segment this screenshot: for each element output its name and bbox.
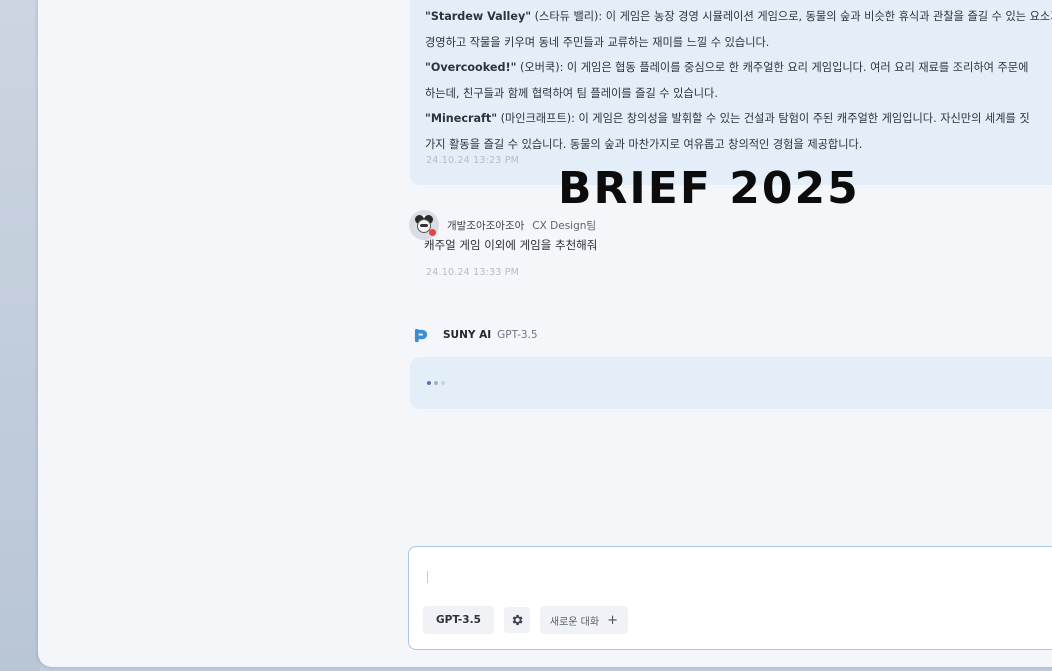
plus-icon: + bbox=[607, 612, 618, 628]
settings-button[interactable] bbox=[503, 607, 530, 633]
message-line: 하는데, 친구들과 함께 협력하여 팀 플레이를 즐길 수 있습니다. bbox=[425, 81, 1052, 107]
message-line: 가지 활동을 즐길 수 있습니다. 동물의 숲과 마찬가지로 여유롭고 창의적인… bbox=[425, 132, 1052, 158]
left-background bbox=[0, 0, 40, 671]
new-chat-label: 새로운 대화 bbox=[549, 616, 600, 628]
ai-name: SUNY AI bbox=[443, 329, 492, 341]
suny-logo-icon bbox=[414, 328, 428, 342]
chat-area: "Stardew Valley" (스타듀 밸리): 이 게임은 농장 경영 시… bbox=[38, 0, 1052, 667]
message-text: (마인크래프트): 이 게임은 창의성을 발휘할 수 있는 건설과 탐험이 주된… bbox=[497, 112, 1030, 125]
user-message-header: 개발조아조아조아 CX Design팀 bbox=[409, 210, 596, 240]
message-timestamp: 24.10.24 13:33 PM bbox=[426, 267, 520, 278]
ai-message-header: SUNY AI GPT-3.5 bbox=[414, 325, 538, 345]
typing-dot bbox=[427, 381, 431, 385]
message-text: 경영하고 작물을 키우며 동네 주민들과 교류하는 재미를 느낄 수 있습니다. bbox=[425, 35, 770, 49]
message-line: "Overcooked!" (오버쿡): 이 게임은 협동 플레이를 중심으로 … bbox=[425, 55, 1052, 81]
message-text: (스타듀 밸리): 이 게임은 농장 경영 시뮬레이션 게임으로, 동물의 숲과… bbox=[531, 10, 1052, 23]
user-team: CX Design팀 bbox=[532, 219, 597, 232]
message-text: (오버쿡): 이 게임은 협동 플레이를 중심으로 한 캐주얼한 요리 게임입니… bbox=[516, 61, 1029, 74]
model-select-button[interactable]: GPT-3.5 bbox=[423, 606, 494, 634]
typing-dot bbox=[441, 381, 445, 385]
message-input[interactable] bbox=[423, 563, 1052, 593]
ai-model-label: GPT-3.5 bbox=[497, 329, 538, 341]
chat-panel: "Stardew Valley" (스타듀 밸리): 이 게임은 농장 경영 시… bbox=[38, 0, 1052, 667]
gear-icon bbox=[512, 614, 523, 626]
typing-indicator bbox=[427, 381, 445, 385]
message-text: 가지 활동을 즐길 수 있습니다. 동물의 숲과 마찬가지로 여유롭고 창의적인… bbox=[425, 137, 863, 151]
avatar[interactable] bbox=[409, 210, 439, 240]
user-name: 개발조아조아조아 bbox=[447, 219, 525, 232]
game-title: "Stardew Valley" bbox=[425, 10, 532, 23]
composer-toolbar: GPT-3.5 새로운 대화 + bbox=[423, 606, 628, 634]
game-title: "Minecraft" bbox=[425, 112, 498, 125]
game-title: "Overcooked!" bbox=[425, 61, 517, 74]
message-timestamp: 24.10.24 13:23 PM bbox=[426, 155, 520, 166]
message-composer: GPT-3.5 새로운 대화 + bbox=[408, 546, 1052, 650]
message-line: "Minecraft" (마인크래프트): 이 게임은 창의성을 발휘할 수 있… bbox=[425, 106, 1052, 132]
message-line: 경영하고 작물을 키우며 동네 주민들과 교류하는 재미를 느낄 수 있습니다. bbox=[425, 30, 1052, 56]
watermark-overlay: BRIEF 2025 bbox=[558, 163, 860, 214]
message-text: 하는데, 친구들과 함께 협력하여 팀 플레이를 즐길 수 있습니다. bbox=[425, 86, 718, 100]
new-chat-button[interactable]: 새로운 대화 + bbox=[539, 606, 628, 634]
text-caret bbox=[427, 571, 428, 583]
user-message-text: 캐주얼 게임 이외에 게임을 추천해줘 bbox=[424, 238, 598, 252]
message-line: "Stardew Valley" (스타듀 밸리): 이 게임은 농장 경영 시… bbox=[425, 4, 1052, 30]
typing-dot bbox=[434, 381, 438, 385]
ai-loading-bubble bbox=[410, 357, 1052, 409]
